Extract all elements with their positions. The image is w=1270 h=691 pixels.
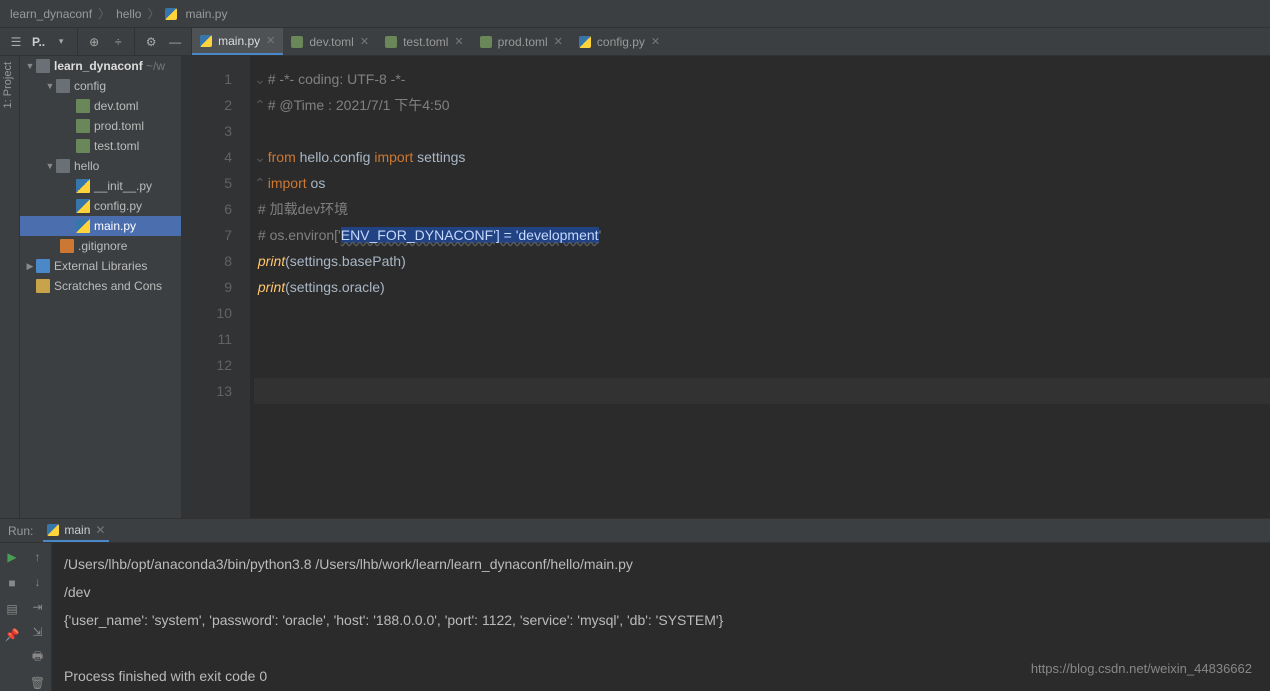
tree-file-dev-toml[interactable]: dev.toml	[20, 96, 181, 116]
toml-file-icon	[76, 119, 90, 133]
close-icon[interactable]: ✕	[651, 35, 660, 48]
tree-file-config-py[interactable]: config.py	[20, 196, 181, 216]
project-selector-label[interactable]: P..	[32, 35, 45, 49]
code-body[interactable]: ⌄# -*- coding: UTF-8 -*- ⌃# @Time : 2021…	[250, 56, 1270, 518]
tree-file-prod-toml[interactable]: prod.toml	[20, 116, 181, 136]
close-icon[interactable]: ✕	[95, 523, 105, 537]
close-icon[interactable]: ✕	[554, 35, 563, 48]
toml-file-icon	[76, 99, 90, 113]
scroll-icon[interactable]: ⇲	[30, 625, 46, 640]
python-file-icon	[165, 8, 177, 20]
tree-scratches[interactable]: Scratches and Cons	[20, 276, 181, 296]
editor-tabs: main.py ✕ dev.toml ✕ test.toml ✕ prod.to…	[192, 28, 668, 55]
left-rail: 1: Project	[0, 56, 20, 518]
run-toolbar-left: ▶ ■ ▤ 📌	[0, 543, 24, 691]
folder-icon	[36, 59, 50, 73]
breadcrumb-mid[interactable]: hello	[116, 0, 141, 28]
python-file-icon	[200, 35, 212, 47]
folder-icon	[56, 159, 70, 173]
close-icon[interactable]: ✕	[454, 35, 463, 48]
divide-icon[interactable]: ÷	[110, 34, 126, 50]
tab-label: main.py	[218, 34, 260, 48]
line-number-gutter: 123 456 789 101112 13	[182, 56, 250, 518]
toml-file-icon	[480, 36, 492, 48]
chevron-right-icon: 〉	[147, 0, 159, 28]
pin-icon[interactable]: 📌	[4, 627, 20, 643]
toolbar: ☰ P.. ▾ ⊕ ÷ ⚙ — main.py ✕ dev.toml ✕ tes…	[0, 28, 1270, 56]
gitignore-file-icon	[60, 239, 74, 253]
trash-icon[interactable]: 🗑	[30, 676, 46, 691]
tab-label: prod.toml	[498, 35, 548, 49]
tree-folder-config[interactable]: ▼config	[20, 76, 181, 96]
breadcrumb-file[interactable]: main.py	[185, 0, 227, 28]
tree-file-test-toml[interactable]: test.toml	[20, 136, 181, 156]
code-editor[interactable]: 123 456 789 101112 13 ⌄# -*- coding: UTF…	[182, 56, 1270, 518]
minimize-icon[interactable]: —	[167, 34, 183, 50]
stop-icon[interactable]: ■	[4, 575, 20, 591]
run-tab-label: main	[64, 523, 90, 537]
run-header: Run: main ✕	[0, 519, 1270, 543]
chevron-down-icon[interactable]: ▾	[53, 34, 69, 50]
wrap-icon[interactable]: ⇥	[30, 599, 46, 614]
python-file-icon	[76, 199, 90, 213]
tab-label: test.toml	[403, 35, 448, 49]
target-icon[interactable]: ⊕	[86, 34, 102, 50]
tree-file-gitignore[interactable]: .gitignore	[20, 236, 181, 256]
run-tab-main[interactable]: main ✕	[43, 519, 109, 542]
tree-external-libraries[interactable]: ▶External Libraries	[20, 256, 181, 276]
project-tree[interactable]: ▼learn_dynaconf ~/w ▼config dev.toml pro…	[20, 56, 182, 518]
down-icon[interactable]: ↓	[30, 574, 46, 589]
tab-label: config.py	[597, 35, 645, 49]
scratch-icon	[36, 279, 50, 293]
tree-file-main-py[interactable]: main.py	[20, 216, 181, 236]
close-icon[interactable]: ✕	[360, 35, 369, 48]
tab-main-py[interactable]: main.py ✕	[192, 28, 283, 55]
breadcrumb-root[interactable]: learn_dynaconf	[10, 0, 92, 28]
python-file-icon	[76, 219, 90, 233]
folder-icon	[56, 79, 70, 93]
tree-file-init-py[interactable]: __init__.py	[20, 176, 181, 196]
tree-root[interactable]: ▼learn_dynaconf ~/w	[20, 56, 181, 76]
main-area: 1: Project ▼learn_dynaconf ~/w ▼config d…	[0, 56, 1270, 518]
toml-file-icon	[385, 36, 397, 48]
python-file-icon	[76, 179, 90, 193]
project-tool-window-tab[interactable]: 1: Project	[0, 56, 16, 114]
chevron-right-icon: 〉	[98, 0, 110, 28]
gear-icon[interactable]: ⚙	[143, 34, 159, 50]
python-file-icon	[47, 524, 59, 536]
print-icon[interactable]: 🖶	[30, 650, 46, 666]
tab-prod-toml[interactable]: prod.toml ✕	[472, 28, 571, 55]
tree-folder-hello[interactable]: ▼hello	[20, 156, 181, 176]
toml-file-icon	[76, 139, 90, 153]
up-icon[interactable]: ↑	[30, 549, 46, 564]
breadcrumb: learn_dynaconf 〉 hello 〉 main.py	[0, 0, 1270, 28]
run-toolbar-right: ↑ ↓ ⇥ ⇲ 🖶 🗑	[24, 543, 52, 691]
library-icon	[36, 259, 50, 273]
rerun-icon[interactable]: ▶	[4, 549, 20, 565]
watermark: https://blog.csdn.net/weixin_44836662	[1031, 661, 1252, 676]
tab-test-toml[interactable]: test.toml ✕	[377, 28, 472, 55]
run-label: Run:	[8, 524, 33, 538]
tab-label: dev.toml	[309, 35, 353, 49]
tab-dev-toml[interactable]: dev.toml ✕	[283, 28, 377, 55]
layout-icon[interactable]: ▤	[4, 601, 20, 617]
toml-file-icon	[291, 36, 303, 48]
close-icon[interactable]: ✕	[266, 34, 275, 47]
project-menu-icon[interactable]: ☰	[8, 34, 24, 50]
python-file-icon	[579, 36, 591, 48]
tab-config-py[interactable]: config.py ✕	[571, 28, 668, 55]
